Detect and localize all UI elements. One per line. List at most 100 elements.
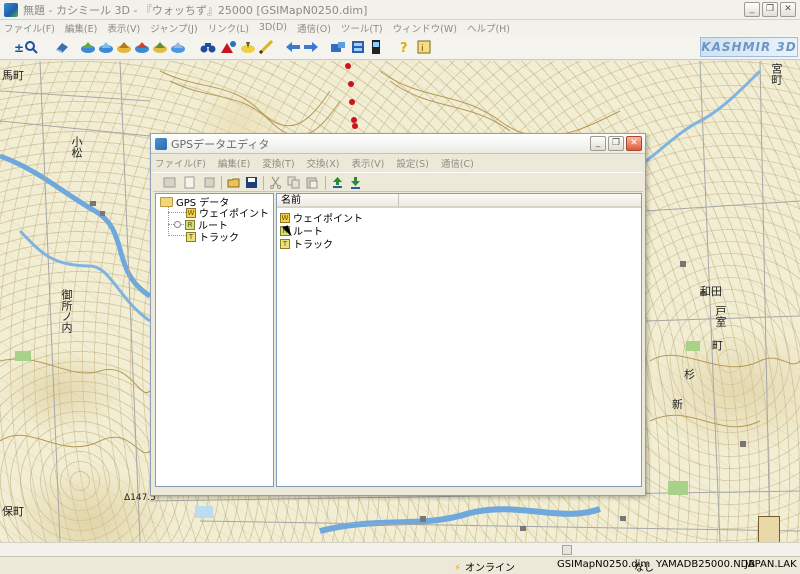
map-label: 保町 (2, 505, 24, 518)
column-header-filler (399, 194, 641, 208)
menu-jump[interactable]: ジャンプ(J) (150, 21, 197, 35)
tree-expander-icon[interactable] (174, 221, 181, 228)
save-icon[interactable] (245, 176, 258, 189)
list-item-label: トラック (293, 240, 333, 251)
dialog-menu-edit[interactable]: 編集(E) (218, 156, 250, 170)
status-none: なし (634, 563, 654, 574)
route-point[interactable] (345, 63, 351, 69)
layer-tool-5-icon[interactable] (152, 40, 168, 54)
dialog-menu-exchange[interactable]: 交換(X) (307, 156, 340, 170)
gps-data-list[interactable]: 名前 W ウェイポイント R ルート T トラック (276, 193, 642, 487)
main-title-bar[interactable]: 無題 - カシミール 3D - 『ウォッちず』25000 [GSIMapN025… (0, 0, 800, 20)
dialog-menu-view[interactable]: 表示(V) (351, 156, 384, 170)
menu-edit[interactable]: 編集(E) (65, 21, 97, 35)
zoom-search-icon[interactable]: ± (14, 40, 38, 54)
menu-3d[interactable]: 3D(D) (259, 22, 287, 33)
dialog-menu-communication[interactable]: 通信(C) (441, 156, 474, 170)
gps-data-editor-window[interactable]: GPSデータエディタ _ ❐ ✕ ファイル(F) 編集(E) 変換(T) 交換(… (150, 133, 646, 496)
maximize-button[interactable]: ❐ (762, 2, 778, 17)
map-horizontal-scrollbar[interactable] (0, 542, 800, 556)
menu-file[interactable]: ファイル(F) (4, 21, 55, 35)
minimize-button[interactable]: _ (744, 2, 760, 17)
brand-logo: KASHMIR 3D (700, 37, 798, 57)
new-item-icon[interactable] (203, 176, 216, 189)
mountain-marker-icon[interactable] (220, 40, 236, 54)
scroll-thumb[interactable] (562, 545, 572, 555)
dialog-menu-convert[interactable]: 変換(T) (262, 156, 294, 170)
dialog-toolbar (153, 172, 643, 192)
layer-tool-3-icon[interactable] (116, 40, 132, 54)
cut-icon[interactable] (269, 176, 282, 189)
layer-tool-1-icon[interactable] (80, 40, 96, 54)
pencil-icon[interactable] (258, 40, 274, 54)
tree-item-label: トラック (199, 233, 239, 244)
svg-text:i: i (421, 44, 424, 54)
open-folder-icon[interactable] (227, 176, 240, 189)
list-view-icon[interactable] (163, 176, 176, 189)
list-item-track[interactable]: T トラック (280, 237, 333, 251)
connection-label: オンライン (465, 563, 516, 574)
dialog-maximize-button[interactable]: ❐ (608, 136, 624, 151)
main-toolbar: ± ? i KASHMIR 3D (0, 35, 800, 60)
layer-tool-2-icon[interactable] (98, 40, 114, 54)
menu-tools[interactable]: ツール(T) (341, 21, 383, 35)
close-button[interactable]: ✕ (780, 2, 796, 17)
gps-editor-icon (155, 137, 167, 150)
new-file-icon[interactable] (183, 176, 196, 189)
paste-icon[interactable] (305, 176, 318, 189)
route-icon: R (185, 219, 195, 230)
connection-status: ⚡ オンライン (454, 559, 516, 574)
download-icon[interactable] (349, 176, 362, 189)
folder-icon (160, 196, 173, 207)
app-icon (4, 2, 18, 17)
tree-item-track[interactable]: T トラック (186, 230, 239, 244)
layer-tool-6-icon[interactable] (170, 40, 186, 54)
route-point[interactable] (352, 123, 358, 129)
help-icon[interactable]: ? (396, 40, 412, 54)
gps-receiver-icon[interactable] (330, 40, 346, 54)
map-seal-icon (758, 516, 780, 542)
menu-communication[interactable]: 通信(O) (297, 21, 331, 35)
forward-arrow-icon[interactable] (303, 40, 319, 54)
route-point[interactable] (348, 81, 354, 87)
waypoint-icon: W (280, 212, 290, 223)
status-db: YAMADB25000.NDB (656, 559, 756, 570)
dialog-close-button[interactable]: ✕ (626, 136, 642, 151)
column-header-name[interactable]: 名前 (277, 194, 399, 208)
about-icon[interactable]: i (416, 40, 432, 54)
upload-icon[interactable] (331, 176, 344, 189)
binoculars-icon[interactable] (200, 40, 216, 54)
map-label: 戸室 (714, 305, 727, 327)
map-label: 町 (712, 339, 723, 352)
dialog-menu-settings[interactable]: 設定(S) (396, 156, 428, 170)
gps-data-tree[interactable]: GPS データ W ウェイポイント R ルート T トラック (155, 193, 274, 487)
map-label: 小松 (70, 136, 83, 158)
dialog-menu-bar: ファイル(F) 編集(E) 変換(T) 交換(X) 表示(V) 設定(S) 通信… (151, 155, 645, 170)
map-label: 和田 (700, 285, 722, 298)
dialog-menu-file[interactable]: ファイル(F) (155, 156, 206, 170)
map-label: 杉 (684, 368, 695, 381)
map-label: 新 (672, 398, 683, 411)
eraser-icon[interactable] (54, 40, 70, 54)
track-icon: T (280, 238, 290, 249)
copy-icon[interactable] (287, 176, 300, 189)
dialog-title-bar[interactable]: GPSデータエディタ _ ❐ ✕ (151, 134, 645, 154)
status-bar: ⚡ オンライン GSIMapN0250.dim なし YAMADB25000.ND… (0, 556, 800, 574)
map-label: 宮町 (770, 63, 783, 85)
lightning-icon: ⚡ (454, 563, 462, 574)
svg-text:±: ± (14, 41, 24, 54)
map-label: 御所ノ内 (60, 289, 73, 333)
waypoint-tool-icon[interactable] (240, 40, 256, 54)
layer-tool-4-icon[interactable] (134, 40, 150, 54)
menu-help[interactable]: ヘルプ(H) (467, 21, 510, 35)
track-icon: T (186, 231, 196, 242)
menu-window[interactable]: ウィンドウ(W) (393, 21, 457, 35)
menu-link[interactable]: リンク(L) (208, 21, 249, 35)
route-point[interactable] (349, 99, 355, 105)
device-icon[interactable] (368, 40, 384, 54)
svg-text:?: ? (400, 41, 408, 54)
gps-data-editor-icon[interactable] (350, 40, 366, 54)
back-arrow-icon[interactable] (285, 40, 301, 54)
dialog-minimize-button[interactable]: _ (590, 136, 606, 151)
menu-view[interactable]: 表示(V) (107, 21, 140, 35)
